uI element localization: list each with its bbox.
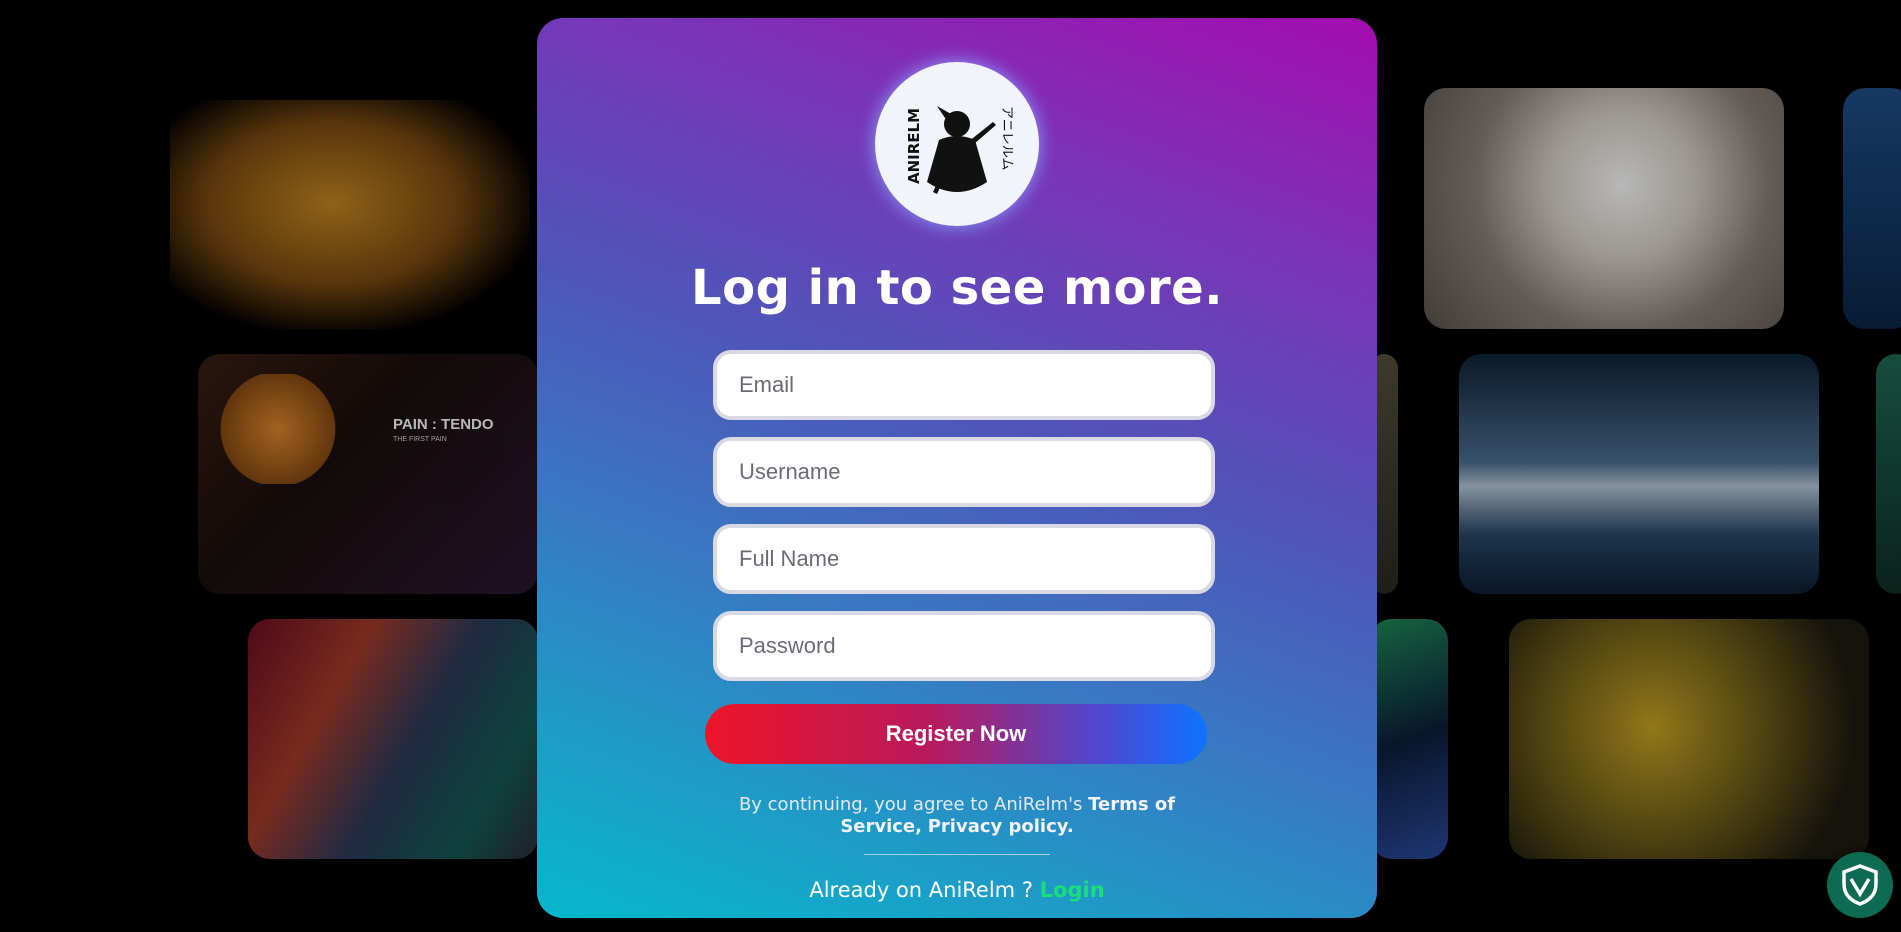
bg-tile-ocean-dragon [1459,354,1819,594]
samurai-logo-icon: ANIRELM アニレルム [905,106,1014,194]
username-field[interactable] [713,437,1215,507]
bg-tile-partial-blue [1843,88,1901,329]
shield-icon [1842,864,1878,906]
bg-tile-character-gold [170,100,530,330]
svg-text:アニレルム: アニレルム [999,106,1014,170]
bg-tile-partial-green [1876,354,1901,594]
login-link[interactable]: Login [1040,878,1105,902]
pain-hair-shape [218,374,338,484]
full-name-field[interactable] [713,524,1215,594]
bg-tile-pain-website: PAIN : TENDO THE FIRST PAIN [198,354,538,594]
register-card: ANIRELM アニレルム Log in to see more. Regist… [537,18,1377,918]
anirelm-logo: ANIRELM アニレルム [875,62,1039,226]
page-title: Log in to see more. [691,260,1223,316]
email-field[interactable] [713,350,1215,420]
svg-text:ANIRELM: ANIRELM [905,108,923,184]
bg-tile-demon-slayer [248,619,538,859]
register-button[interactable]: Register Now [705,704,1207,764]
bg-tile-partial-neon [1370,619,1448,859]
security-widget-button[interactable] [1827,852,1893,918]
login-prompt: Already on AniRelm ? Login [537,878,1377,902]
bg-tile-yellow-character [1509,619,1869,859]
already-text: Already on AniRelm ? [809,878,1033,902]
divider [864,854,1050,855]
password-field[interactable] [713,611,1215,681]
terms-prefix: By continuing, you agree to AniRelm's [738,794,1083,815]
privacy-policy-link[interactable]: Privacy policy. [928,816,1074,837]
pain-caption: PAIN : TENDO [393,416,494,433]
bg-tile-laughing-character [1424,88,1784,329]
terms-notice: By continuing, you agree to AniRelm's Te… [717,794,1197,838]
pain-subcaption: THE FIRST PAIN [393,436,447,443]
